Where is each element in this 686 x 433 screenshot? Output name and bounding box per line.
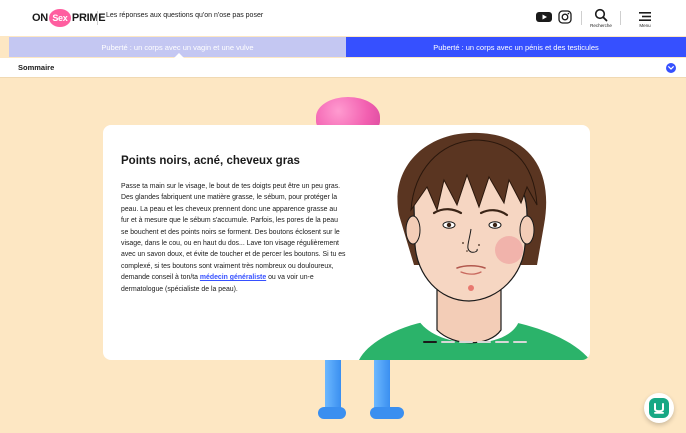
medecin-generaliste-link[interactable]: médecin généraliste bbox=[200, 274, 266, 281]
chat-icon bbox=[649, 398, 669, 418]
youtube-icon[interactable] bbox=[536, 10, 552, 29]
chevron-down-icon[interactable] bbox=[666, 63, 676, 73]
header-divider bbox=[581, 11, 582, 25]
card-title: Points noirs, acné, cheveux gras bbox=[121, 155, 300, 167]
slide-indicator[interactable] bbox=[441, 341, 455, 343]
logo-sex: Sex bbox=[48, 9, 71, 27]
site-tagline: Les réponses aux questions qu'on n'ose p… bbox=[106, 12, 264, 19]
slide-indicator[interactable] bbox=[459, 341, 473, 343]
slide-indicator[interactable] bbox=[477, 341, 491, 343]
sommaire-label: Sommaire bbox=[18, 63, 55, 72]
card-body-text: Passe ta main sur le visage, le bout de … bbox=[121, 183, 346, 282]
header-divider bbox=[620, 11, 621, 25]
logo-prime: PRIME bbox=[71, 12, 106, 24]
site-header: ON Sex PRIME Les réponses aux questions … bbox=[0, 0, 686, 36]
slide-indicator[interactable] bbox=[513, 341, 527, 343]
header-divider bbox=[97, 11, 98, 25]
content-card: Points noirs, acné, cheveux gras Passe t… bbox=[103, 125, 590, 360]
menu-label[interactable]: Menu bbox=[637, 23, 653, 28]
sommaire-bar[interactable]: Sommaire bbox=[0, 58, 686, 78]
card-body: Passe ta main sur le visage, le bout de … bbox=[121, 181, 347, 295]
slide-indicator[interactable] bbox=[495, 341, 509, 343]
site-logo[interactable]: ON Sex PRIME bbox=[32, 9, 106, 27]
figure-left-foot bbox=[318, 407, 346, 419]
logo-on: ON bbox=[32, 12, 48, 24]
teen-face-illustration bbox=[359, 125, 590, 360]
slide-indicators bbox=[423, 341, 527, 343]
slide-indicator[interactable] bbox=[423, 341, 437, 343]
instagram-icon[interactable] bbox=[558, 10, 572, 29]
tab-puberte-penis-testicules[interactable]: Puberté : un corps avec un pénis et des … bbox=[346, 37, 686, 57]
chat-button[interactable] bbox=[644, 393, 674, 423]
figure-right-foot bbox=[370, 407, 404, 419]
search-label[interactable]: Recherche bbox=[590, 23, 612, 28]
